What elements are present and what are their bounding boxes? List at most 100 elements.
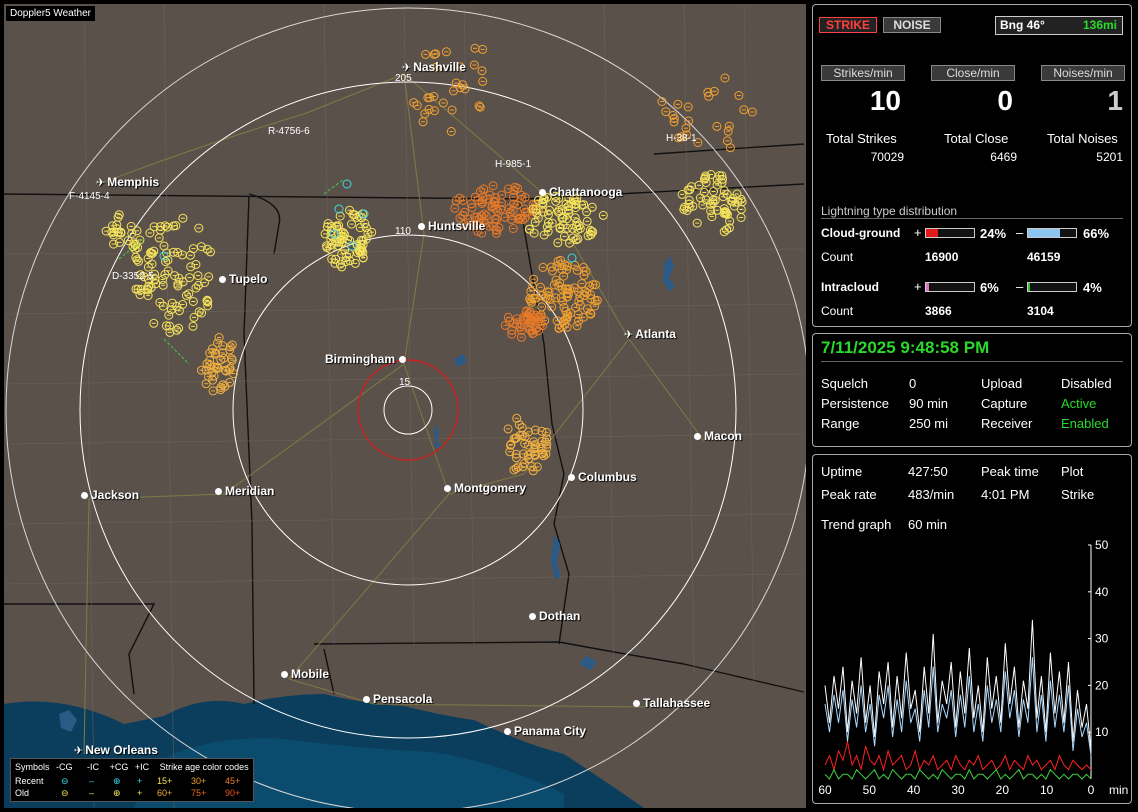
city-nashville: ✈ Nashville <box>402 60 466 74</box>
cg-negative-bar <box>1027 228 1077 238</box>
city-panama-city: Panama City <box>504 724 586 738</box>
legend-old-row: Old ⊖ – ⊕ + 60+ 75+ 90+ <box>15 788 241 798</box>
cg-positive-fill <box>926 229 938 237</box>
station-label[interactable]: D-3352-5 <box>112 271 154 282</box>
city-dot-icon <box>215 488 222 496</box>
plus-ic-recent-icon: + <box>137 776 143 786</box>
trend-graph-label: Trend graph <box>821 517 892 532</box>
setting-value[interactable]: 250 mi <box>909 416 948 431</box>
ic-positive-fill <box>926 283 929 291</box>
cg-minus-sign: – <box>1016 225 1024 240</box>
intracloud-label: Intracloud <box>821 280 880 294</box>
setting-value[interactable]: 0 <box>909 376 916 391</box>
y-tick-label: 50 <box>1095 538 1109 552</box>
divider <box>821 218 1123 219</box>
uptime-value: 427:50 <box>908 464 948 479</box>
ic-count-label: Count <box>821 304 854 318</box>
city-dot-icon <box>539 189 546 197</box>
peak-rate-value: 483/min <box>908 487 955 502</box>
cg-negative-count: 46159 <box>1027 250 1061 264</box>
strike-button[interactable]: STRIKE <box>819 17 877 33</box>
setting-label: Range <box>821 416 860 431</box>
city-dot-icon <box>363 696 370 704</box>
city-huntsville: Huntsville <box>418 219 485 233</box>
city-atlanta: ✈ Atlanta <box>624 327 676 341</box>
cg-positive-bar <box>925 228 975 238</box>
current-datetime: 7/11/2025 9:48:58 PM <box>821 338 990 357</box>
setting-label: Receiver <box>981 416 1033 431</box>
cloud-ground-label: Cloud-ground <box>821 226 901 240</box>
noises-per-min-value: 1 <box>1107 85 1123 116</box>
noises-per-min-header: Noises/min <box>1041 65 1125 81</box>
city-dot-icon <box>504 728 511 736</box>
total-close-value: 6469 <box>990 150 1017 164</box>
setting-label: Persistence <box>821 396 889 411</box>
noise-button[interactable]: NOISE <box>883 17 941 33</box>
distribution-title: Lightning type distribution <box>821 204 958 218</box>
ring-label: 110 <box>395 226 411 237</box>
city-dot-icon <box>444 485 451 493</box>
setting-label: Capture <box>981 396 1028 411</box>
cg-count-label: Count <box>821 250 854 264</box>
cg-negative-percent: 66% <box>1083 226 1110 241</box>
city-mobile: Mobile <box>281 667 329 681</box>
recent-strike-marker <box>567 253 577 263</box>
trend-series-line-2 <box>824 741 1092 772</box>
station-label[interactable]: H-38-1 <box>666 133 697 144</box>
minus-cg-recent-icon: ⊖ <box>61 776 69 786</box>
station-label[interactable]: F-4145-4 <box>69 191 110 202</box>
status-panel: STRIKE NOISE Bng 46° 136mi Strikes/min C… <box>812 4 1132 327</box>
city-pensacola: Pensacola <box>363 692 432 706</box>
bearing-display: Bng 46° 136mi <box>995 16 1123 35</box>
y-tick-label: 40 <box>1095 585 1109 599</box>
map-canvas <box>4 4 806 808</box>
legend-recent-row: Recent ⊖ – ⊕ + 15+ 30+ 45+ <box>15 776 241 786</box>
airport-icon: ✈ <box>96 177 106 189</box>
city-dot-icon <box>633 700 640 708</box>
city-columbus: Columbus <box>568 470 637 484</box>
ring-label: 205 <box>395 73 412 84</box>
lakes <box>59 256 675 732</box>
settings-panel: 7/11/2025 9:48:58 PM Squelch 0 Upload Disab… <box>812 333 1132 447</box>
peak-rate-label: Peak rate <box>821 487 877 502</box>
trend-series-line-3 <box>824 768 1092 780</box>
city-birmingham: Birmingham <box>325 352 409 366</box>
divider <box>821 361 1123 362</box>
peak-time-value: 4:01 PM <box>981 487 1030 502</box>
ic-negative-count: 3104 <box>1027 304 1054 318</box>
strikes-per-min-value: 10 <box>869 85 901 116</box>
city-new-orleans: ✈ New Orleans <box>74 743 158 757</box>
setting-value[interactable]: Disabled <box>1061 376 1112 391</box>
ic-positive-percent: 6% <box>980 280 999 295</box>
total-noises-label: Total Noises <box>1047 131 1118 146</box>
airport-icon: ✈ <box>624 329 634 341</box>
minus-ic-recent-icon: – <box>89 776 95 786</box>
setting-value[interactable]: Active <box>1061 396 1096 411</box>
close-per-min-value: 0 <box>997 85 1013 116</box>
ic-positive-count: 3866 <box>925 304 952 318</box>
ic-minus-sign: – <box>1016 279 1024 294</box>
setting-label: Squelch <box>821 376 868 391</box>
bearing-label: Bng 46° <box>1000 18 1045 32</box>
trend-graph: 50 40 30 20 10 60 50 40 30 20 10 0 min <box>818 538 1128 797</box>
total-strikes-label: Total Strikes <box>826 131 897 146</box>
setting-label: Upload <box>981 376 1023 391</box>
city-dot-icon <box>694 433 701 441</box>
city-dot-icon <box>281 671 288 679</box>
station-label[interactable]: H-985-1 <box>495 159 531 170</box>
legend-header: Symbols -CG -IC +CG +IC Strike age color… <box>15 762 249 772</box>
y-tick-label: 30 <box>1095 632 1109 646</box>
minus-ic-old-icon: – <box>89 788 95 798</box>
plus-ic-old-icon: + <box>137 788 143 798</box>
plot-label: Plot <box>1061 464 1084 479</box>
x-tick-label: 60 <box>818 783 832 797</box>
setting-value[interactable]: Enabled <box>1061 416 1109 431</box>
x-tick-label: 0 <box>1088 783 1095 797</box>
station-label[interactable]: R-4756-6 <box>268 126 310 137</box>
lightning-map[interactable]: Doppler5 Weather ✈ Nashville ✈ Memphis Cha… <box>4 4 806 808</box>
ic-plus-sign: + <box>914 279 922 294</box>
minus-cg-old-icon: ⊖ <box>61 788 69 798</box>
plot-value[interactable]: Strike <box>1061 487 1094 502</box>
setting-value[interactable]: 90 min <box>909 396 948 411</box>
strikes-per-min-header: Strikes/min <box>821 65 905 81</box>
